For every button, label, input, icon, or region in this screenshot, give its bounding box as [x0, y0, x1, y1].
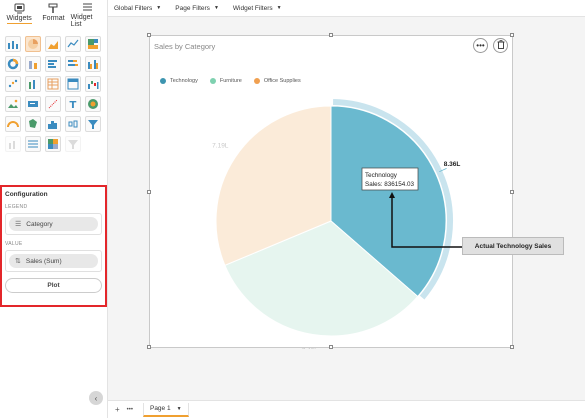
filter-bar: Global Filters ▼ Page Filters ▼ Widget Fil… [108, 0, 585, 17]
area-chart-widget-icon[interactable] [45, 36, 61, 52]
list-icon [82, 2, 93, 13]
page-tabs-bar: + ••• Page 1 ▼ [108, 400, 585, 418]
legend-field-pill[interactable]: ☰ Category [9, 217, 98, 231]
resize-handle[interactable] [329, 33, 333, 37]
widget-gallery: T [0, 26, 107, 152]
tab-page-1[interactable]: Page 1 ▼ [142, 402, 189, 417]
legend-section-label: LEGEND [5, 204, 28, 210]
funnel-widget-icon[interactable] [85, 116, 101, 132]
global-filters-label: Global Filters [114, 4, 153, 12]
caret-down-icon: ▼ [213, 5, 219, 11]
tab-widget-list[interactable]: Widget List [70, 2, 105, 28]
chevron-left-icon: ‹ [94, 393, 98, 403]
grouped-bar-widget-icon[interactable] [85, 56, 101, 72]
radar-widget-icon[interactable] [85, 96, 101, 112]
image-widget-icon[interactable] [5, 96, 21, 112]
resize-handle[interactable] [147, 345, 151, 349]
histogram-widget-icon[interactable] [45, 116, 61, 132]
configuration-title: Configuration [5, 191, 48, 198]
widgets-icon [14, 2, 25, 14]
legend-field-label: Category [26, 220, 53, 228]
tab-widgets-label: Widgets [6, 15, 32, 24]
horizontal-bar-widget-icon[interactable] [45, 56, 61, 72]
resize-handle[interactable] [329, 345, 333, 349]
column-widget-icon[interactable] [25, 76, 41, 92]
sort-icon: ⇅ [15, 258, 21, 265]
page-tab-label: Page 1 [149, 405, 171, 412]
value-field-label: Sales (Sum) [25, 257, 62, 265]
caret-down-icon: ▼ [176, 405, 182, 412]
tab-format-label: Format [42, 15, 65, 22]
pivot-table-widget-icon[interactable] [65, 76, 81, 92]
waterfall-widget-icon[interactable] [85, 76, 101, 92]
widget-filters-label: Widget Filters [232, 4, 273, 12]
configuration-panel: Configuration LEGEND ☰ Category VALUE ⇅ … [0, 185, 107, 307]
annotation-callout: Actual Technology Sales [462, 237, 564, 255]
grid-table-widget-icon[interactable] [45, 76, 61, 92]
data-label: 7.42L [302, 347, 319, 349]
bullet-widget-icon[interactable] [5, 136, 21, 152]
resize-handle[interactable] [510, 33, 514, 37]
list-icon: ☰ [15, 221, 22, 228]
stacked-bar-widget-icon[interactable] [25, 56, 41, 72]
tab-widget-list-label: Widget List [70, 14, 93, 28]
svg-text:T: T [70, 100, 77, 110]
text-widget-icon[interactable]: T [65, 96, 81, 112]
panel-tabs: Widgets Format Widget List [0, 0, 107, 28]
value-section-label: VALUE [5, 241, 23, 247]
chart-tooltip: Technology Sales: 836154.03 [361, 167, 419, 191]
page-filters-label: Page Filters [175, 4, 210, 12]
add-page-button[interactable]: + [115, 405, 120, 414]
resize-handle[interactable] [510, 190, 514, 194]
sparkline-widget-icon[interactable] [45, 96, 61, 112]
value-drop-zone[interactable]: ⇅ Sales (Sum) [5, 250, 102, 272]
data-label: 7.19L [212, 142, 229, 149]
map-widget-icon[interactable] [25, 116, 41, 132]
format-icon [48, 2, 59, 14]
resize-handle[interactable] [510, 345, 514, 349]
scatter-widget-icon[interactable] [5, 76, 21, 92]
card-widget-icon[interactable] [25, 96, 41, 112]
tab-format[interactable]: Format [36, 2, 70, 26]
widget-filters-dropdown[interactable]: Widget Filters ▼ [233, 5, 282, 12]
pie-chart: 8.36L 7.42L 7.19L Technology Sales: 836154.0… [212, 99, 462, 349]
caret-down-icon: ▼ [276, 5, 282, 11]
treemap-widget-icon[interactable] [85, 36, 101, 52]
legend-drop-zone[interactable]: ☰ Category [5, 213, 102, 235]
pie-chart-widget[interactable]: Sales by Category ••• Technology Furnitu… [147, 33, 514, 349]
data-label: 8.36L [444, 161, 461, 168]
filter-widget-icon[interactable] [65, 136, 81, 152]
gauge-widget-icon[interactable] [5, 116, 21, 132]
tab-widgets[interactable]: Widgets [2, 2, 36, 26]
resize-handle[interactable] [147, 33, 151, 37]
page-filters-dropdown[interactable]: Page Filters ▼ [175, 5, 219, 12]
stacked-horizontal-bar-widget-icon[interactable] [65, 56, 81, 72]
tooltip-value: Sales: 836154.03 [365, 181, 415, 188]
value-field-pill[interactable]: ⇅ Sales (Sum) [9, 254, 98, 268]
pie-chart-widget-icon[interactable] [25, 36, 41, 52]
heatmap-widget-icon[interactable] [45, 136, 61, 152]
line-chart-widget-icon[interactable] [65, 36, 81, 52]
caret-down-icon: ▼ [156, 5, 162, 11]
donut-chart-widget-icon[interactable] [5, 56, 21, 72]
boxplot-widget-icon[interactable] [65, 116, 81, 132]
resize-handle[interactable] [147, 190, 151, 194]
collapse-panel-button[interactable]: ‹ [89, 391, 103, 405]
tooltip-title: Technology [365, 172, 398, 179]
left-panel: Widgets Format Widget List T Configurati… [0, 0, 108, 418]
list-widget-icon[interactable] [25, 136, 41, 152]
bar-chart-widget-icon[interactable] [5, 36, 21, 52]
plot-button[interactable]: Plot [5, 278, 102, 293]
more-pages-button[interactable]: ••• [127, 407, 133, 413]
global-filters-dropdown[interactable]: Global Filters ▼ [114, 5, 161, 12]
